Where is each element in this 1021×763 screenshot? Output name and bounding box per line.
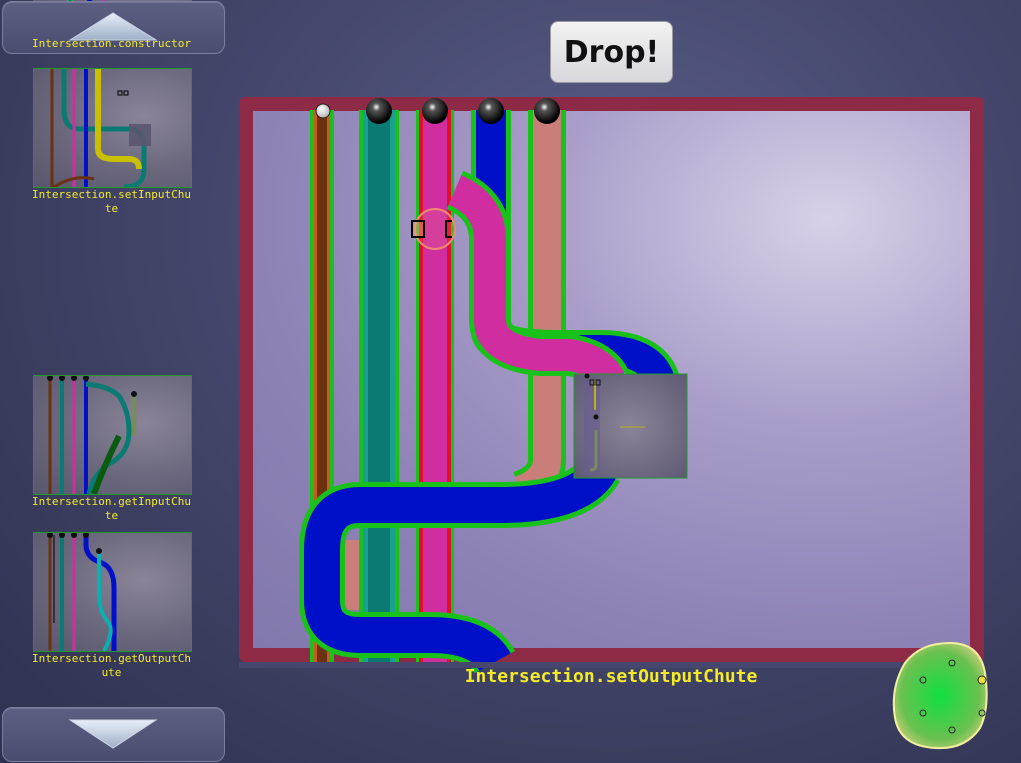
black-ball-icon [366,98,392,124]
white-ball-icon [315,103,331,119]
black-ball-icon [534,98,560,124]
pipe-network [239,98,984,675]
black-ball-icon [478,98,504,124]
subnetwork-box[interactable] [573,373,688,479]
green-blob-minimap-icon[interactable] [890,638,990,754]
level-title: Intersection.setOutputChute [464,666,758,687]
black-ball-icon [422,98,448,124]
